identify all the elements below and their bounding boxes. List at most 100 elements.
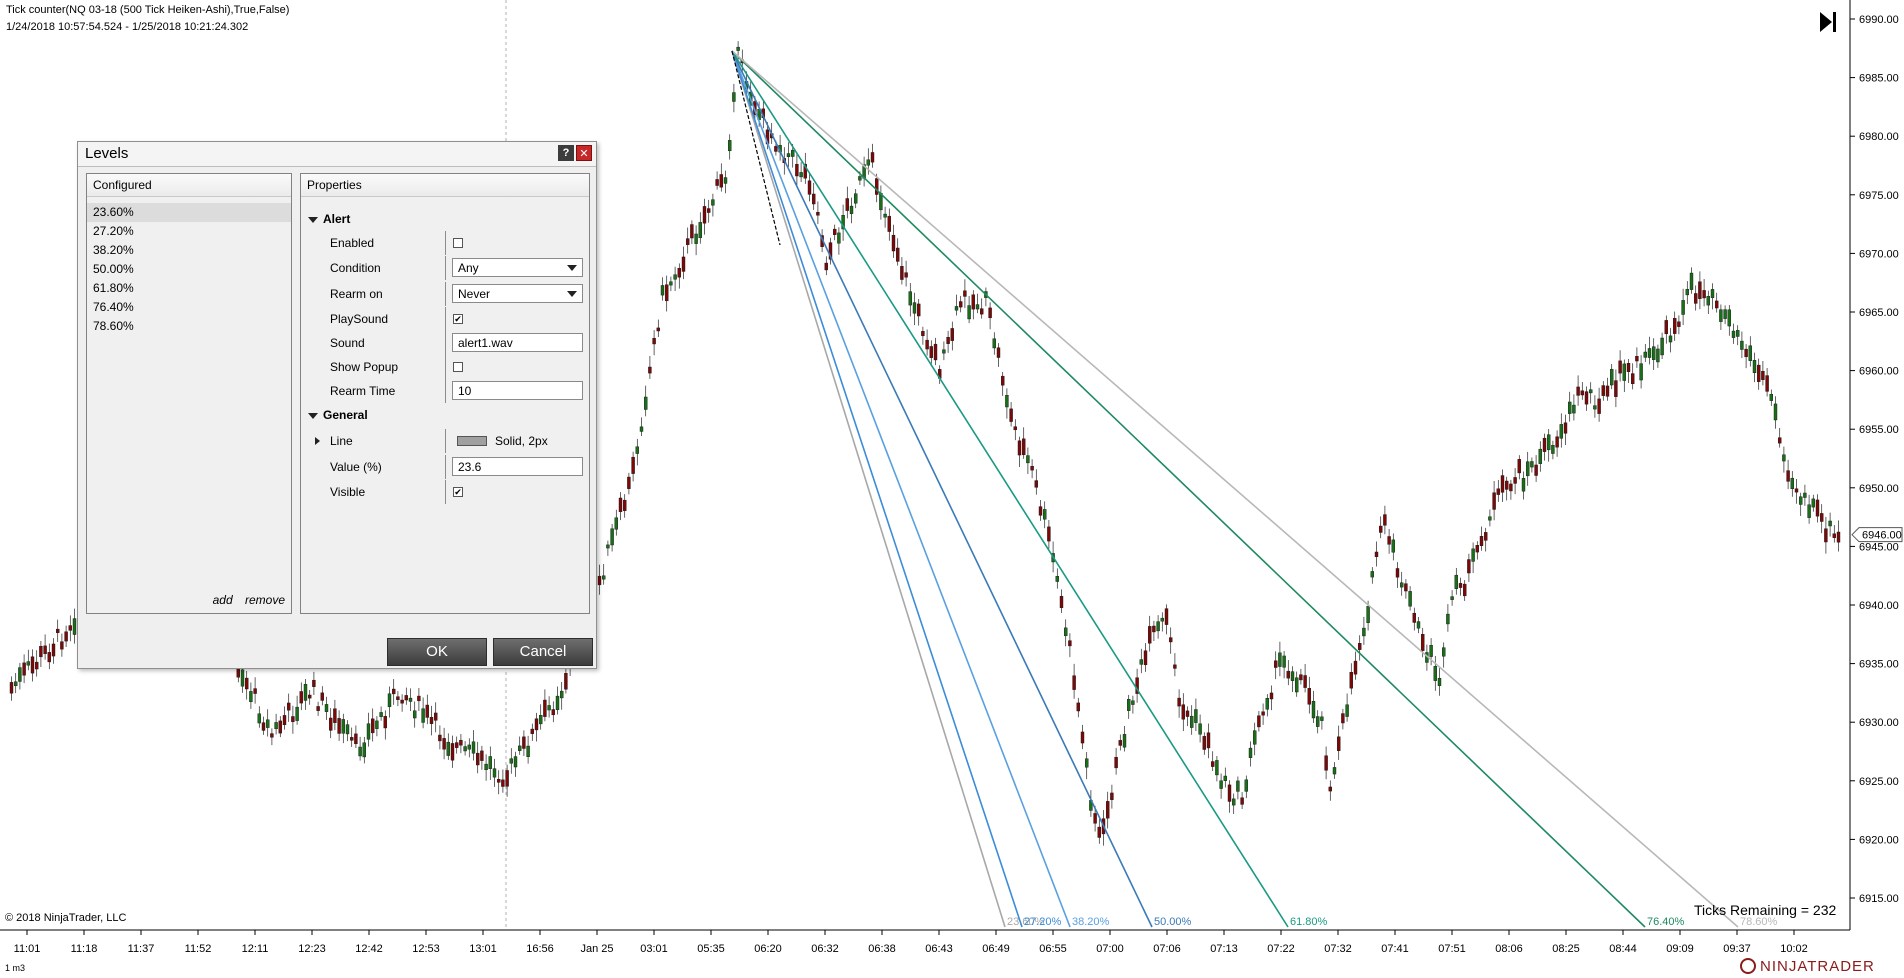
candle-body	[1488, 516, 1492, 521]
fib-level-line[interactable]	[731, 50, 1739, 928]
line-color-swatch[interactable]	[457, 436, 487, 446]
close-button[interactable]: ✕	[576, 145, 592, 161]
candle-body	[1521, 478, 1526, 492]
ticks-remaining: Ticks Remaining = 232	[1694, 902, 1837, 918]
candle-body	[988, 307, 992, 319]
collapse-triangle-icon[interactable]	[308, 413, 318, 419]
candle-body	[967, 305, 971, 320]
expand-triangle-icon[interactable]	[315, 437, 320, 445]
candle-body	[43, 645, 47, 654]
time-tick-label: 11:37	[128, 943, 155, 955]
candle-body	[1685, 288, 1690, 296]
candle-body	[1517, 459, 1522, 474]
candle-body	[1756, 364, 1761, 382]
add-remove-links: add remove	[204, 593, 285, 607]
time-tick-label: 07:22	[1267, 943, 1295, 955]
candle-body	[287, 702, 291, 711]
candle-body	[1500, 475, 1505, 493]
candle-body	[1828, 520, 1832, 527]
candle-body	[1269, 692, 1274, 700]
level-item[interactable]: 38.20%	[87, 241, 291, 260]
candle-body	[786, 153, 791, 158]
candle-body	[1118, 740, 1123, 746]
help-button[interactable]: ?	[558, 145, 574, 161]
visible-checkbox[interactable]: ✔	[453, 487, 463, 497]
playsound-checkbox[interactable]: ✔	[453, 314, 463, 324]
candle-body	[1055, 576, 1060, 582]
cancel-button[interactable]: Cancel	[493, 638, 593, 666]
value-input[interactable]	[452, 457, 583, 476]
level-item[interactable]: 27.20%	[87, 222, 291, 241]
fib-trend-line[interactable]	[731, 50, 781, 246]
show-popup-checkbox[interactable]	[453, 362, 463, 372]
rearm-time-input[interactable]	[452, 381, 583, 400]
fib-level-line[interactable]	[731, 50, 1153, 928]
candle-body	[1215, 760, 1219, 776]
candle-body	[711, 199, 715, 206]
level-item[interactable]: 76.40%	[87, 298, 291, 317]
time-axis[interactable]: 11:01 11:18 11:37 11:52 12:11 12:23 12:42 12:53…	[0, 929, 1850, 955]
price-tick-label: 6965.00	[1859, 307, 1899, 319]
candle-body	[455, 742, 459, 748]
chart-title: Tick counter(NQ 03-18 (500 Tick Heiken-A…	[6, 4, 290, 16]
candle-body	[719, 174, 723, 188]
candle-body	[555, 695, 560, 710]
line-value[interactable]: Solid, 2px	[495, 434, 548, 448]
configured-header: Configured	[87, 174, 291, 197]
candle-body	[362, 742, 366, 758]
candle-body	[1479, 536, 1484, 546]
candle-body	[408, 697, 413, 702]
condition-select[interactable]: Any	[452, 258, 583, 277]
candle-body	[1530, 461, 1534, 468]
candle-body	[303, 683, 308, 701]
candle-body	[698, 222, 702, 239]
candle-body	[274, 722, 278, 730]
candle-body	[434, 712, 438, 721]
levels-dialog[interactable]: Levels ? ✕ Configured 23.60% 27.20% 38.2…	[77, 141, 597, 669]
level-item[interactable]: 50.00%	[87, 260, 291, 279]
candle-body	[1059, 595, 1064, 608]
candle-body	[1429, 645, 1433, 657]
candle-body	[341, 719, 345, 734]
level-item[interactable]: 78.60%	[87, 317, 291, 336]
remove-link[interactable]: remove	[245, 593, 285, 607]
level-item[interactable]: 61.80%	[87, 279, 291, 298]
time-tick-label: 03:01	[640, 943, 668, 955]
candle-body	[900, 266, 904, 280]
ok-button[interactable]: OK	[387, 638, 487, 666]
candle-body	[1206, 732, 1211, 749]
collapse-triangle-icon[interactable]	[308, 217, 318, 223]
fibonacci-fan[interactable]: 23.60%27.20% 38.20% 50.00% 61.80% 76.40% 78.6…	[731, 50, 1778, 928]
play-end-icon[interactable]	[1818, 10, 1838, 34]
general-section-row[interactable]: General	[301, 403, 591, 427]
candle-body	[1681, 300, 1685, 315]
show-popup-label: Show Popup	[330, 360, 399, 374]
candle-body	[518, 745, 522, 751]
condition-row: Condition Any	[301, 256, 591, 280]
candle-body	[677, 268, 681, 278]
candle-body	[1546, 434, 1551, 451]
sound-input[interactable]	[452, 333, 583, 352]
candle-body	[1143, 650, 1148, 666]
rearm-on-select[interactable]: Never	[452, 284, 583, 303]
fib-level-line[interactable]	[731, 50, 1289, 928]
alert-section-row[interactable]: Alert	[301, 207, 591, 231]
price-tick-label: 6930.00	[1859, 717, 1899, 729]
fib-level-line[interactable]	[731, 50, 1071, 928]
price-axis[interactable]: 6990.00 6985.00 6980.00 6975.00 6970.00 6965.…	[1849, 0, 1903, 930]
enabled-checkbox[interactable]	[453, 238, 463, 248]
candle-body	[904, 272, 908, 278]
add-link[interactable]: add	[213, 593, 233, 607]
candle-body	[854, 193, 858, 204]
sound-label: Sound	[330, 336, 365, 350]
candle-body	[1261, 711, 1265, 716]
level-item[interactable]: 23.60%	[87, 203, 291, 222]
candle-body	[715, 179, 719, 186]
candle-body	[551, 709, 555, 716]
fib-level-label: 38.20%	[1072, 916, 1110, 928]
candle-body	[39, 646, 43, 658]
visible-row: Visible ✔	[301, 480, 591, 504]
candle-body	[1324, 755, 1328, 771]
candle-body	[1433, 666, 1438, 681]
candle-body	[543, 699, 547, 717]
